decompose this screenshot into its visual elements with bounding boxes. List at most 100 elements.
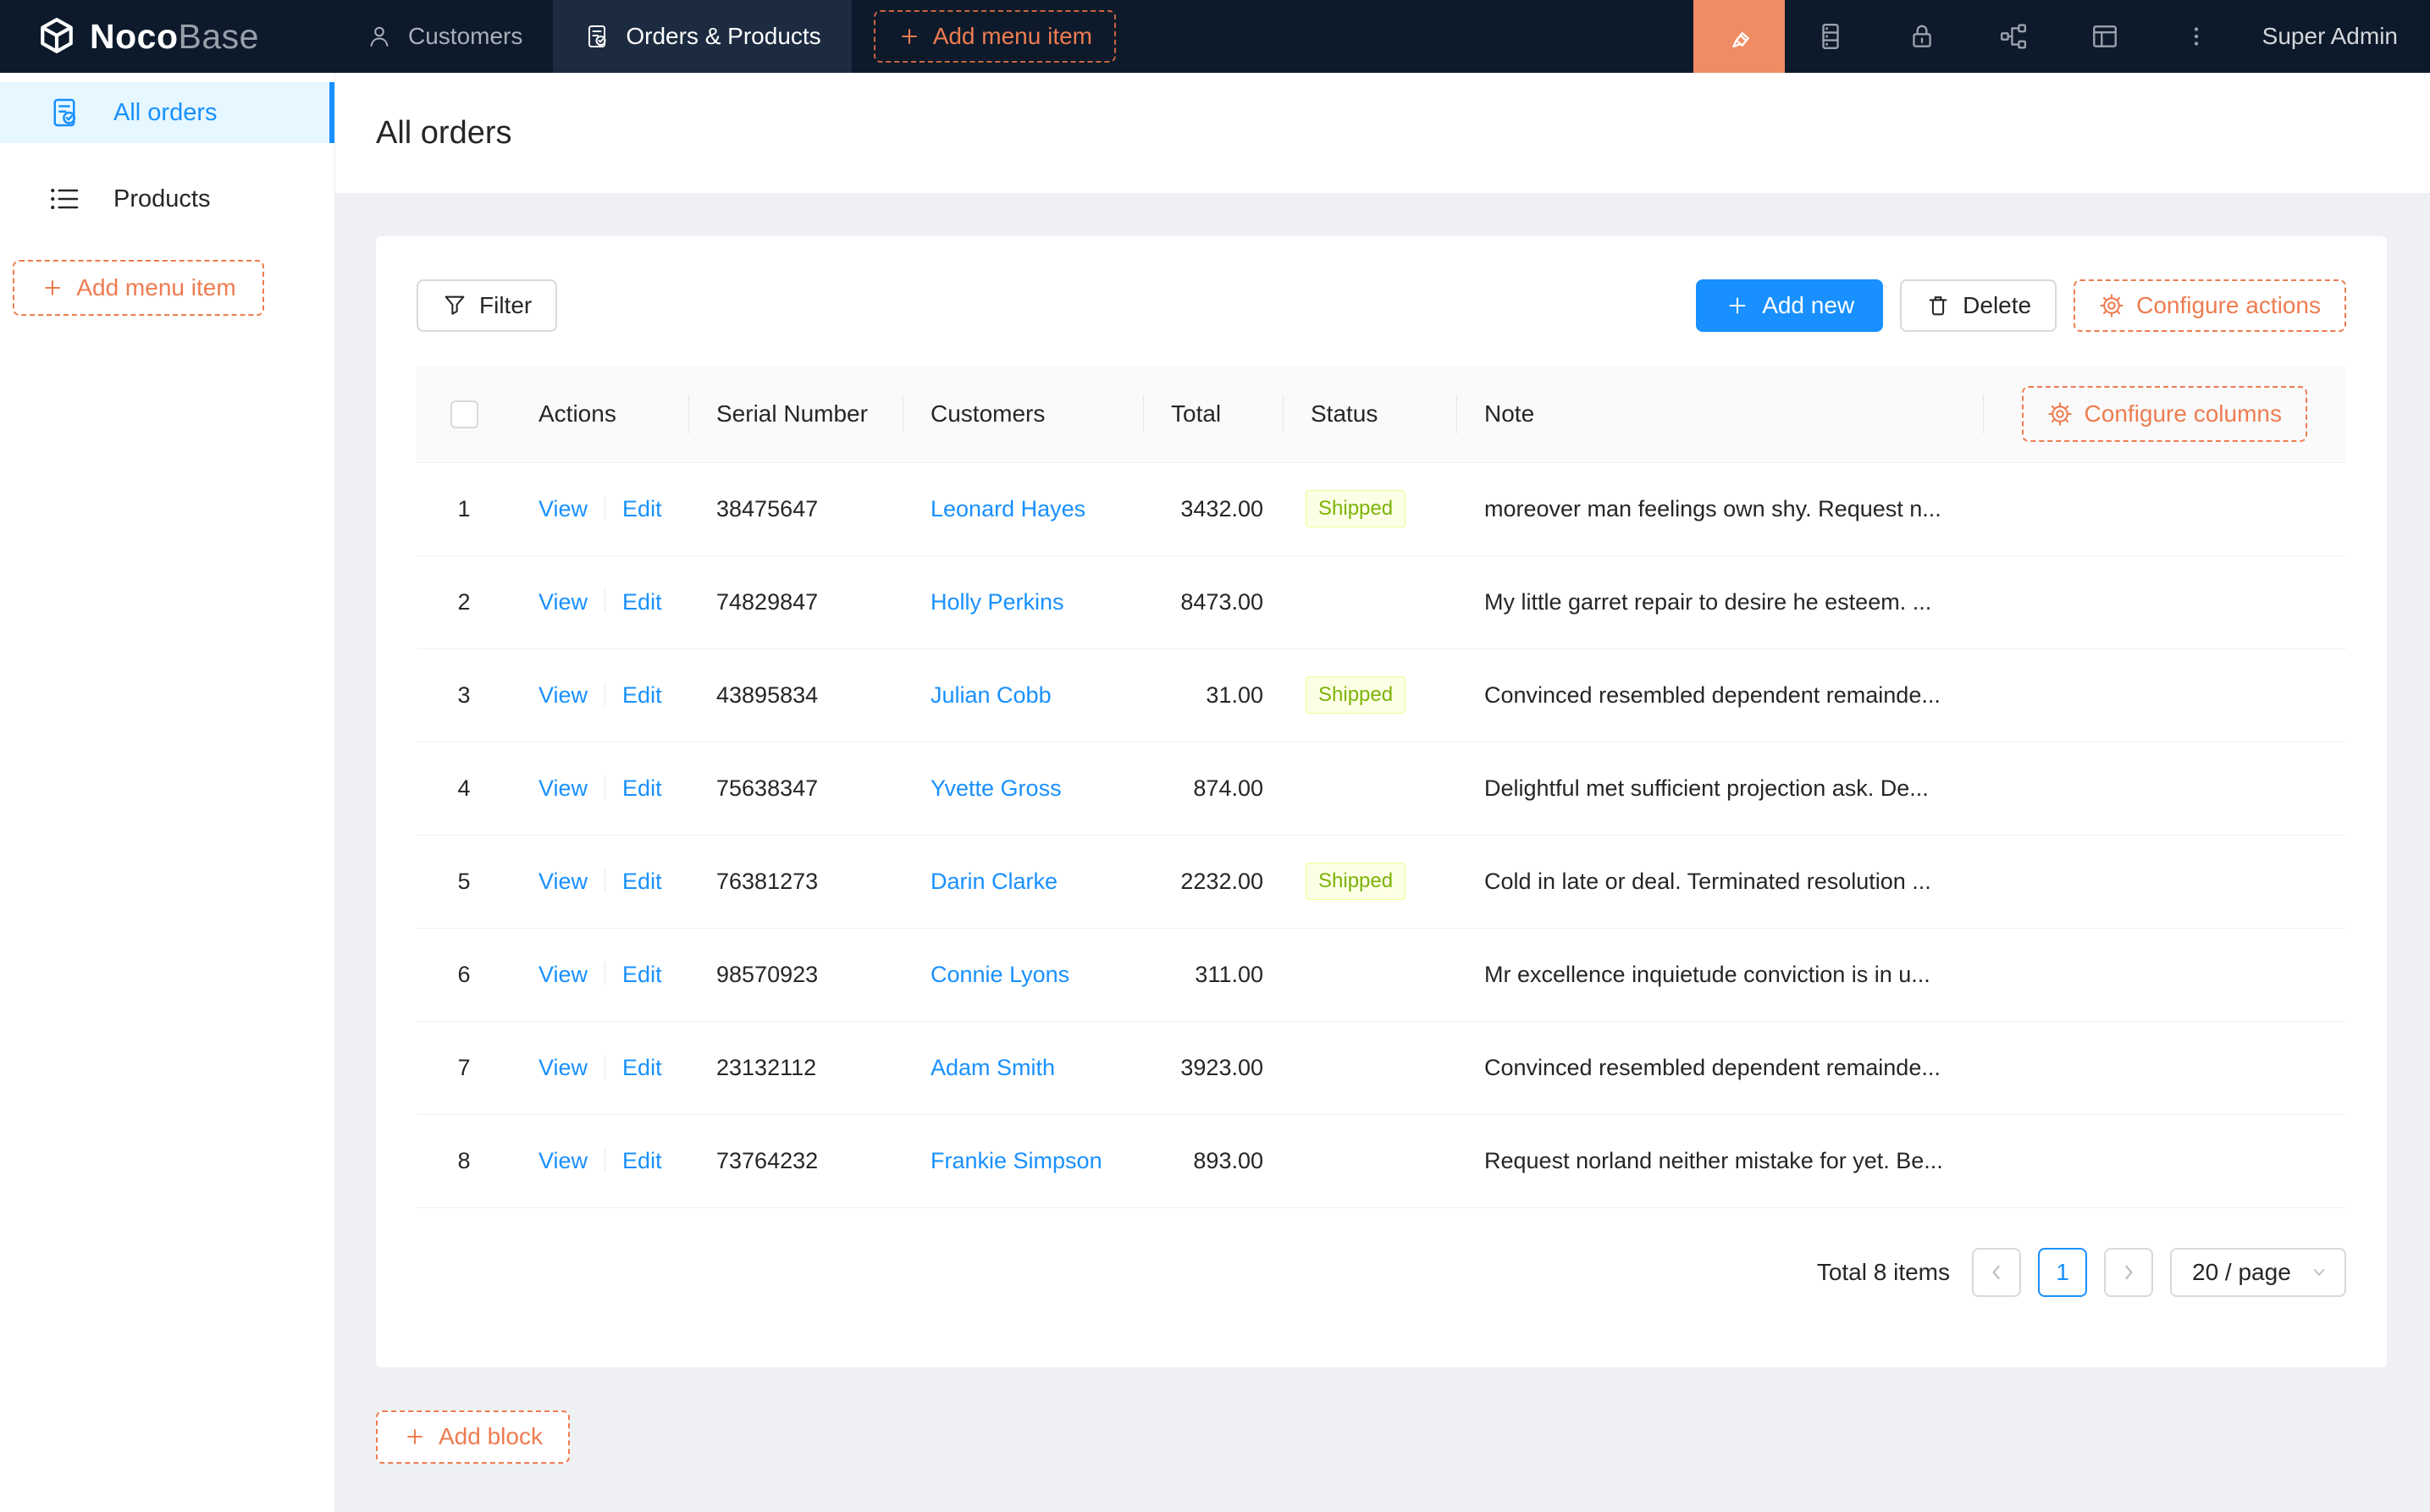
serial-number-cell: 74829847 (689, 555, 903, 648)
sidebar-item-label: Products (113, 185, 210, 213)
total-cell: 874.00 (1144, 742, 1284, 835)
orders-table-card: Filter Add new Delete (376, 236, 2387, 1367)
edit-link[interactable]: Edit (622, 775, 662, 801)
total-cell: 311.00 (1144, 928, 1284, 1021)
note-cell: Convinced resembled dependent remainde..… (1457, 648, 1984, 742)
view-link[interactable]: View (538, 775, 588, 801)
row-index: 3 (417, 648, 511, 742)
empty-cell (1984, 555, 2346, 648)
edit-link[interactable]: Edit (622, 1055, 662, 1080)
add-new-button[interactable]: Add new (1696, 279, 1883, 332)
customer-link[interactable]: Holly Perkins (931, 589, 1064, 615)
layout-icon[interactable] (2059, 0, 2151, 73)
chevron-left-icon (1985, 1261, 2008, 1284)
view-link[interactable]: View (538, 496, 588, 521)
brand-secondary: Base (179, 17, 259, 56)
customer-link[interactable]: Leonard Hayes (931, 496, 1085, 521)
note-cell: Cold in late or deal. Terminated resolut… (1457, 835, 1984, 928)
pagination: Total 8 items 1 20 / page (417, 1248, 2346, 1297)
customer-link[interactable]: Darin Clarke (931, 869, 1058, 894)
column-header-note: Note (1457, 367, 1984, 462)
plus-icon (897, 25, 921, 48)
customer-link[interactable]: Adam Smith (931, 1055, 1055, 1080)
status-badge: Shipped (1306, 863, 1406, 900)
edit-link[interactable]: Edit (622, 589, 662, 615)
navbar-right-tools: Super Admin (1693, 0, 2430, 73)
next-page-button[interactable] (2104, 1248, 2153, 1297)
row-index: 6 (417, 928, 511, 1021)
sidebar: All orders Products Add menu item (0, 73, 335, 1512)
table-row: 8 ViewEdit 73764232 Frankie Simpson 893.… (417, 1114, 2346, 1207)
serial-number-cell: 38475647 (689, 462, 903, 555)
view-link[interactable]: View (538, 682, 588, 708)
table-row: 3 ViewEdit 43895834 Julian Cobb 31.00 Sh… (417, 648, 2346, 742)
sidebar-item-all-orders[interactable]: All orders (0, 82, 334, 143)
nav-tab-orders-products[interactable]: Orders & Products (553, 0, 851, 73)
column-header-serial-number: Serial Number (689, 367, 903, 462)
content-area: Filter Add new Delete (335, 193, 2430, 1512)
customer-link[interactable]: Connie Lyons (931, 962, 1069, 987)
page-number-button[interactable]: 1 (2038, 1248, 2087, 1297)
filter-funnel-icon (442, 293, 467, 318)
lock-icon[interactable] (1876, 0, 1968, 73)
view-link[interactable]: View (538, 869, 588, 894)
edit-link[interactable]: Edit (622, 962, 662, 987)
prev-page-button[interactable] (1972, 1248, 2021, 1297)
edit-link[interactable]: Edit (622, 869, 662, 894)
view-link[interactable]: View (538, 1148, 588, 1173)
total-cell: 3432.00 (1144, 462, 1284, 555)
view-link[interactable]: View (538, 589, 588, 615)
brand-logo: NocoBase (0, 0, 335, 73)
gear-icon (2047, 401, 2073, 427)
workflow-icon[interactable] (1968, 0, 2059, 73)
add-new-label: Add new (1762, 292, 1854, 319)
table-row: 4 ViewEdit 75638347 Yvette Gross 874.00 … (417, 742, 2346, 835)
sidebar-item-products[interactable]: Products (0, 168, 334, 229)
more-kebab-icon[interactable] (2151, 0, 2242, 73)
view-link[interactable]: View (538, 962, 588, 987)
table-row: 7 ViewEdit 23132112 Adam Smith 3923.00 C… (417, 1021, 2346, 1114)
brand-name: NocoBase (90, 17, 259, 57)
filter-button[interactable]: Filter (417, 279, 557, 332)
total-cell: 893.00 (1144, 1114, 1284, 1207)
row-index: 5 (417, 835, 511, 928)
toolbar-right-group: Add new Delete Conf (1696, 279, 2346, 332)
add-block-label: Add block (439, 1423, 543, 1450)
configure-actions-button[interactable]: Configure actions (2074, 279, 2346, 332)
delete-label: Delete (1963, 292, 2031, 319)
nav-add-menu-item-button[interactable]: Add menu item (874, 10, 1116, 63)
user-name: Super Admin (2262, 23, 2398, 50)
edit-link[interactable]: Edit (622, 496, 662, 521)
list-icon (47, 182, 81, 216)
empty-cell (1984, 835, 2346, 928)
page-size-value: 20 / page (2192, 1259, 2291, 1286)
ui-editor-icon[interactable] (1693, 0, 1785, 73)
filter-label: Filter (479, 292, 532, 319)
user-menu[interactable]: Super Admin (2242, 0, 2430, 73)
pagination-total: Total 8 items (1817, 1259, 1950, 1286)
empty-cell (1984, 648, 2346, 742)
customer-link[interactable]: Yvette Gross (931, 775, 1062, 801)
select-all-checkbox[interactable] (450, 400, 478, 428)
column-header-customers: Customers (903, 367, 1144, 462)
view-link[interactable]: View (538, 1055, 588, 1080)
sidebar-add-menu-item-label: Add menu item (76, 274, 235, 301)
customer-link[interactable]: Frankie Simpson (931, 1148, 1102, 1173)
customer-link[interactable]: Julian Cobb (931, 682, 1052, 708)
edit-link[interactable]: Edit (622, 682, 662, 708)
table-toolbar: Filter Add new Delete (417, 279, 2346, 332)
column-header-status: Status (1284, 367, 1457, 462)
collections-icon[interactable] (1785, 0, 1876, 73)
empty-cell (1984, 742, 2346, 835)
sidebar-add-menu-item-button[interactable]: Add menu item (13, 260, 264, 316)
column-header-total: Total (1144, 367, 1284, 462)
delete-button[interactable]: Delete (1900, 279, 2057, 332)
add-block-button[interactable]: Add block (376, 1410, 570, 1464)
nav-tab-customers[interactable]: Customers (335, 0, 553, 73)
chevron-down-icon (2309, 1262, 2329, 1283)
row-index: 2 (417, 555, 511, 648)
page-size-select[interactable]: 20 / page (2170, 1248, 2346, 1297)
edit-link[interactable]: Edit (622, 1148, 662, 1173)
serial-number-cell: 43895834 (689, 648, 903, 742)
configure-columns-button[interactable]: Configure columns (2022, 386, 2307, 442)
